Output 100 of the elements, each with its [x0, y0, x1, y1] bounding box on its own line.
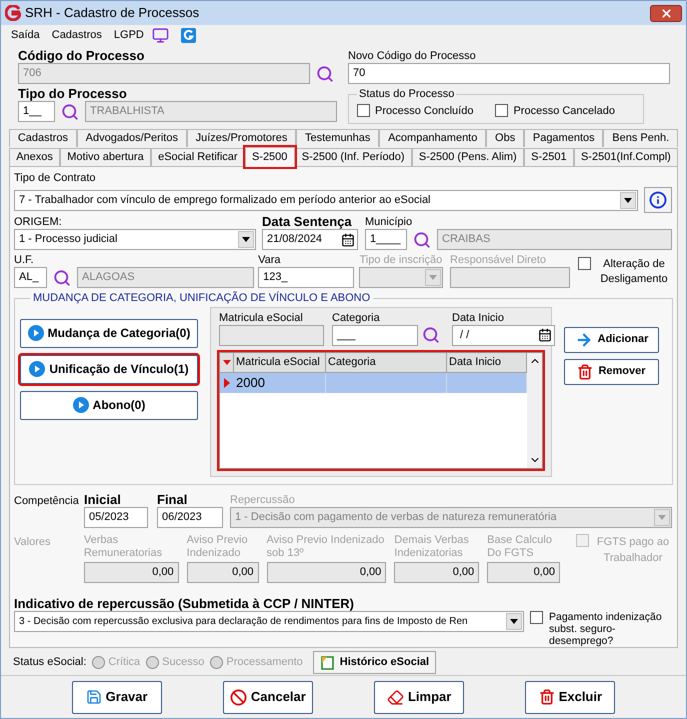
action-button[interactable]: Remover: [564, 358, 659, 384]
input-field[interactable]: [219, 324, 324, 346]
dropdown[interactable]: 1 - Processo judicial: [14, 229, 256, 250]
action-button[interactable]: Adicionar: [564, 326, 659, 352]
field-label: U.F.: [14, 253, 35, 267]
monitor-icon[interactable]: [152, 26, 169, 44]
date-value: 21/08/2024: [267, 232, 322, 248]
table-cell: 2000: [234, 372, 326, 392]
field-label: Demais Verbas Indenizatorias: [394, 534, 470, 561]
search-icon[interactable]: [316, 64, 334, 82]
logo-icon: [5, 5, 21, 21]
dropdown[interactable]: 7 - Trabalhador com vínculo de emprego formalizado em período anterior ao eSocial: [14, 190, 638, 210]
tab[interactable]: S-2501: [524, 148, 574, 166]
field-label: Base Calculo Do FGTS: [487, 534, 553, 561]
radio-button[interactable]: [146, 656, 160, 669]
search-icon[interactable]: [61, 102, 79, 120]
tab[interactable]: S-2501(Inf.Compl): [574, 148, 678, 166]
tab[interactable]: eSocial Retificar: [150, 148, 245, 166]
close-icon: [660, 6, 672, 20]
field-label: Matricula eSocial: [219, 310, 304, 324]
action-button[interactable]: Abono(0): [20, 390, 198, 420]
calendar-icon[interactable]: [538, 328, 552, 342]
field-label: Aviso Previo Indenizado sob 13º: [266, 534, 386, 561]
footer-button[interactable]: Gravar: [72, 680, 162, 714]
menu-item[interactable]: Saída: [11, 26, 40, 44]
tab[interactable]: S-2500 (Pens. Alim): [412, 148, 524, 166]
tab[interactable]: Pagamentos: [524, 129, 604, 147]
close-button[interactable]: [650, 4, 682, 22]
grid-row[interactable]: 2000: [220, 372, 527, 392]
history-button[interactable]: Histórico eSocial: [312, 651, 436, 674]
input-field[interactable]: AL_: [14, 267, 47, 288]
tab[interactable]: Anexos: [9, 148, 60, 166]
field-label: Data Inicio: [452, 310, 505, 324]
cancel-icon: [230, 688, 247, 706]
tab[interactable]: Juízes/Promotores: [186, 129, 296, 147]
input-field[interactable]: ___: [332, 324, 418, 346]
field-label: Indicativo de repercussão (Submetida à CCP / NINTER): [14, 597, 356, 611]
field-label: Inicial: [84, 493, 122, 507]
status-label: Status eSocial:: [13, 655, 86, 670]
footer-button[interactable]: Limpar: [374, 680, 464, 714]
field-label: Tipo de Contrato: [14, 171, 97, 185]
radio-label: Sucesso: [162, 655, 204, 670]
app-icon[interactable]: [180, 28, 196, 42]
search-icon[interactable]: [413, 230, 431, 248]
group-title: Status do Processo: [358, 87, 456, 102]
dropdown-arrow-icon: [624, 198, 632, 202]
play-circle-icon: [29, 361, 46, 377]
document-icon: [320, 654, 336, 670]
checkbox[interactable]: [530, 611, 543, 624]
footer-button[interactable]: Excluir: [525, 680, 616, 714]
action-button[interactable]: Mudança de Categoria(0): [20, 318, 198, 348]
search-icon[interactable]: [422, 326, 440, 344]
tab[interactable]: Testemunhas: [296, 129, 380, 147]
tab[interactable]: Cadastros: [9, 129, 77, 147]
tab[interactable]: Obs: [486, 129, 524, 147]
checkbox-label: Processo Cancelado: [513, 104, 615, 118]
tab[interactable]: Acompanhamento: [379, 129, 486, 147]
checkbox[interactable]: [495, 104, 508, 118]
tab[interactable]: Bens Penh.: [603, 129, 678, 147]
action-button[interactable]: Unificação de Vínculo(1): [20, 354, 198, 384]
info-icon: [649, 191, 667, 209]
input-field[interactable]: 1__: [18, 101, 55, 122]
field-label: Tipo do Processo: [18, 87, 128, 101]
tab[interactable]: Advogados/Peritos: [76, 129, 187, 147]
dropdown-arrow-icon: [242, 237, 250, 242]
tab[interactable]: S-2500: [244, 147, 295, 167]
footer-button[interactable]: Cancelar: [222, 680, 313, 714]
input-field[interactable]: 70: [348, 63, 670, 84]
radio-button[interactable]: [92, 656, 106, 669]
field-label: Vara: [258, 253, 282, 267]
menu-item[interactable]: Cadastros: [52, 26, 102, 44]
eraser-icon: [386, 688, 404, 706]
checkbox-label: Pagamento indenização subst. seguro-desemprego?: [549, 611, 663, 647]
tab[interactable]: Motivo abertura: [60, 148, 151, 166]
input-field[interactable]: 123_: [258, 267, 354, 288]
field-label: Repercussão: [230, 493, 296, 507]
date-value: / /: [459, 328, 470, 343]
group-title: MUDANÇA DE CATEGORIA, UNIFICAÇÃO DE VÍNCULO E ABONO: [32, 290, 372, 306]
radio-button[interactable]: [210, 656, 224, 669]
scrollbar[interactable]: [527, 352, 542, 468]
dropdown[interactable]: 3 - Decisão com repercussão exclusiva para declaração de rendimentos para fins de Imposto de Ren: [14, 611, 524, 632]
field-label: Data Sentença: [262, 215, 353, 229]
input-field[interactable]: 1____: [365, 229, 407, 250]
menu-item[interactable]: LGPD: [114, 26, 144, 44]
play-circle-icon: [72, 397, 89, 413]
checkbox-label: Alteração de Desligamento: [599, 257, 669, 287]
checkbox[interactable]: [357, 104, 370, 118]
delete-icon: [577, 364, 594, 380]
info-button[interactable]: [644, 187, 672, 213]
column-header[interactable]: Matricula eSocial: [234, 352, 326, 372]
calendar-icon[interactable]: [341, 232, 355, 246]
radio-label: Processamento: [226, 655, 303, 670]
dropdown-arrow-icon: [429, 275, 438, 280]
search-icon[interactable]: [53, 268, 71, 286]
field-label: Valores: [14, 536, 50, 548]
dropdown-arrow-icon: [658, 515, 666, 520]
column-header[interactable]: Categoria: [326, 352, 447, 372]
field-label: Verbas Remuneratorias: [84, 534, 164, 561]
checkbox[interactable]: [578, 257, 591, 270]
tab[interactable]: S-2500 (Inf. Período): [294, 148, 412, 166]
